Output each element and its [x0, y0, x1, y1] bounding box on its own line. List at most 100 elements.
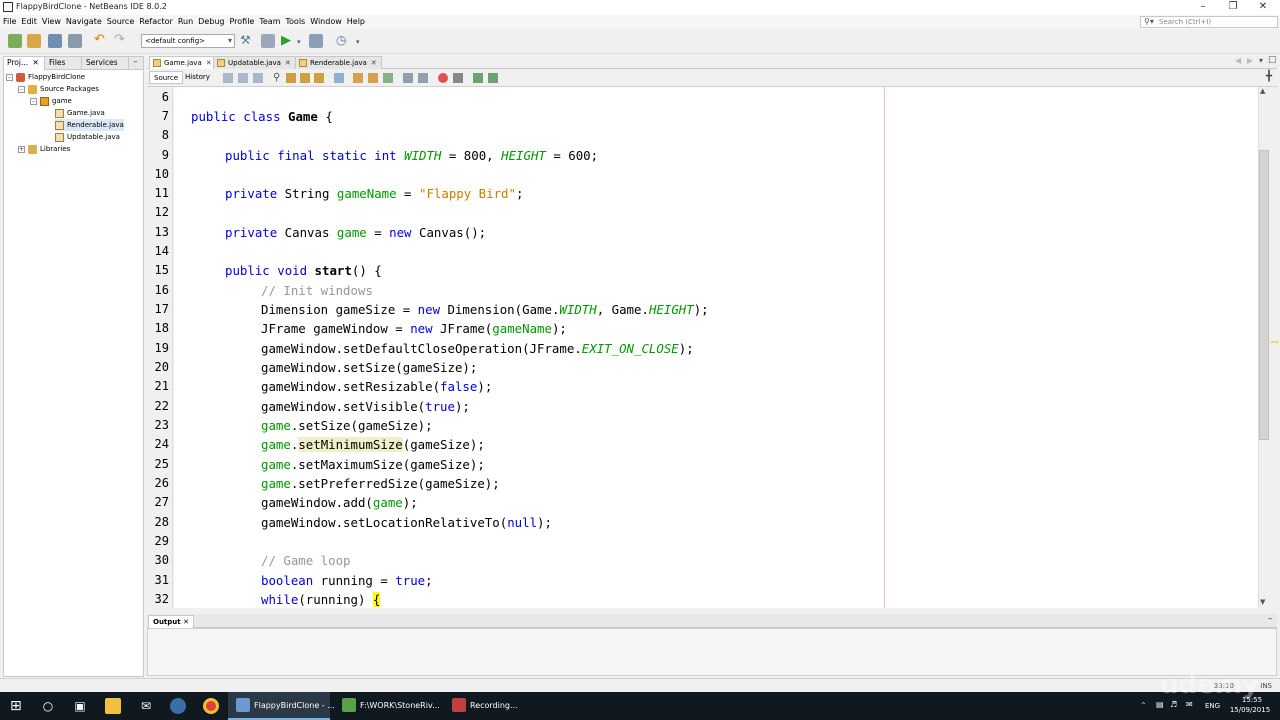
menu-tools[interactable]: Tools [286, 17, 306, 26]
next-bookmark-icon[interactable] [368, 73, 378, 83]
scroll-down-icon[interactable]: ▼ [1260, 598, 1265, 606]
open-project-icon[interactable] [48, 34, 62, 48]
toggle-bookmark-icon[interactable] [383, 73, 393, 83]
menu-team[interactable]: Team [259, 17, 280, 26]
minimize-panel-icon[interactable]: – [133, 57, 138, 67]
volume-icon[interactable]: ♬ [1170, 700, 1177, 709]
collapse-icon[interactable]: – [18, 85, 25, 93]
tab-history[interactable]: History [181, 71, 214, 84]
tab-files[interactable]: Files [46, 57, 82, 70]
split-icon[interactable]: ╋ [1266, 71, 1272, 82]
media-player-icon[interactable] [170, 698, 186, 714]
network-icon[interactable]: ▤ [1156, 700, 1164, 709]
close-button[interactable]: ✕ [1248, 0, 1278, 15]
menu-view[interactable]: View [42, 17, 61, 26]
build-hammer-icon[interactable]: ⚒ [240, 34, 254, 48]
tree-item-file-selected[interactable]: Renderable.java [55, 119, 124, 131]
collapse-icon[interactable]: – [30, 97, 37, 105]
toggle-bookmarks-icon[interactable] [334, 73, 344, 83]
tree-item-source-packages[interactable]: – Source Packages [18, 83, 99, 95]
maximize-icon[interactable]: □ [1268, 55, 1277, 65]
previous-bookmark-icon[interactable] [353, 73, 363, 83]
profile-dropdown-icon[interactable]: ▾ [356, 38, 360, 46]
scroll-right-icon[interactable]: ▶ [1247, 56, 1253, 65]
scroll-up-icon[interactable]: ▲ [1260, 87, 1265, 95]
close-icon[interactable]: ✕ [183, 618, 189, 626]
tab-services[interactable]: Services [83, 57, 129, 70]
toggle-highlight-icon[interactable] [314, 73, 324, 83]
back-icon[interactable] [238, 73, 248, 83]
tree-item-file[interactable]: Updatable.java [55, 131, 120, 143]
tree-item-file[interactable]: Game.java [55, 107, 105, 119]
tab-list-icon[interactable]: ▾ [1259, 56, 1263, 65]
find-icon[interactable]: ⚲ [273, 73, 283, 83]
menu-navigate[interactable]: Navigate [66, 17, 102, 26]
menu-help[interactable]: Help [347, 17, 365, 26]
run-dropdown-icon[interactable]: ▾ [297, 38, 301, 46]
taskbar-app-notepad[interactable]: F:\WORK\StoneRiv... [334, 692, 440, 720]
close-icon[interactable]: ✕ [285, 59, 291, 67]
menu-profile[interactable]: Profile [229, 17, 254, 26]
file-explorer-icon[interactable] [105, 698, 121, 714]
tree-item-libraries[interactable]: + Libraries [18, 143, 70, 155]
clean-build-icon[interactable] [261, 34, 275, 48]
taskbar-app-netbeans[interactable]: FlappyBirdClone - ... [228, 692, 335, 720]
minimize-panel-icon[interactable]: – [1268, 614, 1273, 624]
find-previous-icon[interactable] [286, 73, 296, 83]
windows-start-icon[interactable]: ⊞ [10, 698, 26, 714]
last-edit-icon[interactable] [223, 73, 233, 83]
mail-icon[interactable]: ✉ [138, 698, 154, 714]
stop-macro-icon[interactable] [453, 73, 463, 83]
redo-icon[interactable]: ↷ [114, 33, 128, 48]
menu-edit[interactable]: Edit [21, 17, 37, 26]
tab-renderable-java[interactable]: Renderable.java ✕ [295, 56, 382, 69]
close-icon[interactable]: ✕ [206, 59, 212, 67]
shift-right-icon[interactable] [418, 73, 428, 83]
menu-file[interactable]: File [3, 17, 16, 26]
tree-item-package-game[interactable]: – game [30, 95, 72, 107]
taskbar-app-recording[interactable]: Recording... [444, 692, 546, 720]
undo-icon[interactable]: ↶ [94, 33, 108, 48]
notifications-icon[interactable]: ✉ [1186, 700, 1193, 709]
chrome-icon[interactable] [203, 698, 219, 714]
search-field[interactable]: ⚲▾ Search (Ctrl+I) [1140, 16, 1278, 28]
restore-button[interactable]: ❐ [1218, 0, 1248, 15]
menu-window[interactable]: Window [310, 17, 342, 26]
tab-output[interactable]: Output ✕ [148, 615, 194, 628]
forward-icon[interactable] [253, 73, 263, 83]
debug-project-icon[interactable] [309, 34, 323, 48]
language-indicator[interactable]: ENG [1205, 702, 1220, 710]
expand-icon[interactable]: + [18, 145, 25, 153]
comment-icon[interactable] [473, 73, 483, 83]
config-select[interactable]: <default config> ▾ [141, 34, 235, 48]
close-icon[interactable]: ✕ [371, 59, 377, 67]
uncomment-icon[interactable] [488, 73, 498, 83]
tree-item-project[interactable]: – FlappyBirdClone [6, 71, 85, 83]
menu-run[interactable]: Run [178, 17, 193, 26]
code-editor[interactable]: public class Game { public final static … [174, 87, 1258, 608]
tray-overflow-icon[interactable]: ⌃ [1140, 701, 1147, 710]
occurrence-marker[interactable] [1271, 341, 1279, 343]
menu-refactor[interactable]: Refactor [139, 17, 173, 26]
tab-updatable-java[interactable]: Updatable.java ✕ [213, 56, 296, 69]
shift-left-icon[interactable] [403, 73, 413, 83]
collapse-icon[interactable]: – [6, 73, 13, 81]
find-next-icon[interactable] [300, 73, 310, 83]
menu-source[interactable]: Source [107, 17, 134, 26]
save-all-icon[interactable] [68, 34, 82, 48]
scroll-left-icon[interactable]: ◀ [1235, 56, 1241, 65]
menu-debug[interactable]: Debug [198, 17, 224, 26]
tab-game-java[interactable]: Game.java ✕ [149, 56, 217, 69]
search-icon[interactable]: ○ [40, 698, 56, 714]
close-icon[interactable]: ✕ [33, 58, 39, 67]
start-macro-icon[interactable] [438, 73, 448, 83]
task-view-icon[interactable]: ▣ [72, 698, 88, 714]
profile-project-icon[interactable]: ◷ [336, 34, 350, 48]
run-project-icon[interactable]: ▶ [281, 34, 295, 48]
new-project-icon[interactable] [27, 34, 41, 48]
clock-date[interactable]: 15/09/2015 [1228, 706, 1272, 714]
tab-projects[interactable]: Proj... ✕ [4, 57, 45, 70]
scrollbar-thumb[interactable] [1259, 150, 1269, 440]
tab-source[interactable]: Source [149, 71, 184, 84]
new-file-icon[interactable] [8, 34, 22, 48]
